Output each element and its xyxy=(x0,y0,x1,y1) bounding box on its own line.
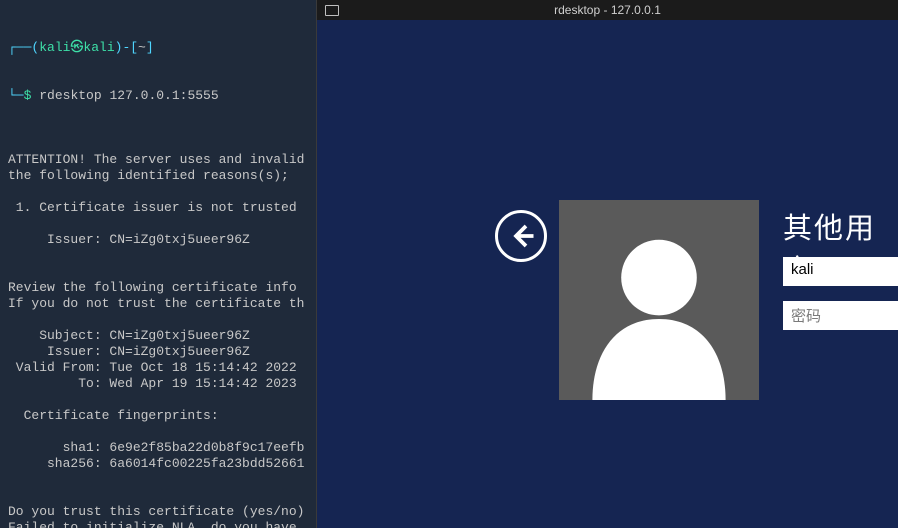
terminal-line: Issuer: CN=iZg0txj5ueer96Z xyxy=(8,232,310,248)
window-titlebar[interactable]: rdesktop - 127.0.0.1 xyxy=(317,0,898,20)
arrow-left-icon xyxy=(506,221,536,251)
terminal-line: Review the following certificate info xyxy=(8,280,310,296)
terminal-line xyxy=(8,472,310,488)
window-app-icon xyxy=(325,5,339,16)
terminal-line: Failed to initialize NLA, do you have xyxy=(8,520,310,528)
terminal-line: If you do not trust the certificate th xyxy=(8,296,310,312)
terminal-line xyxy=(8,392,310,408)
rdesktop-window: rdesktop - 127.0.0.1 其他用户 密码 xyxy=(316,0,898,528)
user-avatar xyxy=(559,200,759,400)
terminal-line xyxy=(8,248,310,264)
command-text: rdesktop 127.0.0.1:5555 xyxy=(39,88,218,103)
terminal-line: ATTENTION! The server uses and invalid xyxy=(8,152,310,168)
prompt-dollar: $ xyxy=(24,88,32,103)
terminal-pane[interactable]: ┌──(kali㉿kali)-[~] └─$ rdesktop 127.0.0.… xyxy=(0,0,316,528)
terminal-line: sha1: 6e9e2f85ba22d0b8f9c17eefb xyxy=(8,440,310,456)
terminal-output: ATTENTION! The server uses and invalidth… xyxy=(8,136,310,528)
terminal-line: Subject: CN=iZg0txj5ueer96Z xyxy=(8,328,310,344)
terminal-line: the following identified reasons(s); xyxy=(8,168,310,184)
terminal-line: Valid From: Tue Oct 18 15:14:42 2022 xyxy=(8,360,310,376)
username-input[interactable] xyxy=(791,261,898,278)
terminal-line xyxy=(8,424,310,440)
terminal-line xyxy=(8,216,310,232)
terminal-line xyxy=(8,136,310,152)
remote-desktop-area[interactable]: 其他用户 密码 xyxy=(317,20,898,528)
prompt-line-1: ┌──(kali㉿kali)-[~] xyxy=(8,40,310,56)
terminal-line xyxy=(8,312,310,328)
back-button[interactable] xyxy=(495,210,547,262)
terminal-line: 1. Certificate issuer is not trusted xyxy=(8,200,310,216)
terminal-line: Certificate fingerprints: xyxy=(8,408,310,424)
prompt-cwd: ~ xyxy=(138,40,146,55)
prompt-close-paren: )-[ xyxy=(115,40,138,55)
username-field[interactable] xyxy=(783,257,898,286)
terminal-line xyxy=(8,488,310,504)
avatar-placeholder-icon xyxy=(569,220,749,400)
prompt-l2-prefix: └─ xyxy=(8,88,24,103)
prompt-user: kali㉿kali xyxy=(39,40,114,55)
terminal-line xyxy=(8,184,310,200)
window-title: rdesktop - 127.0.0.1 xyxy=(554,3,661,17)
terminal-line: To: Wed Apr 19 15:14:42 2023 xyxy=(8,376,310,392)
terminal-line xyxy=(8,264,310,280)
prompt-line-2: └─$ rdesktop 127.0.0.1:5555 xyxy=(8,88,310,104)
terminal-line: Issuer: CN=iZg0txj5ueer96Z xyxy=(8,344,310,360)
password-field[interactable]: 密码 xyxy=(783,301,898,330)
terminal-line: sha256: 6a6014fc00225fa23bdd52661 xyxy=(8,456,310,472)
terminal-line: Do you trust this certificate (yes/no) xyxy=(8,504,310,520)
prompt-open: ┌──( xyxy=(8,40,39,55)
prompt-close-brkt: ] xyxy=(146,40,154,55)
